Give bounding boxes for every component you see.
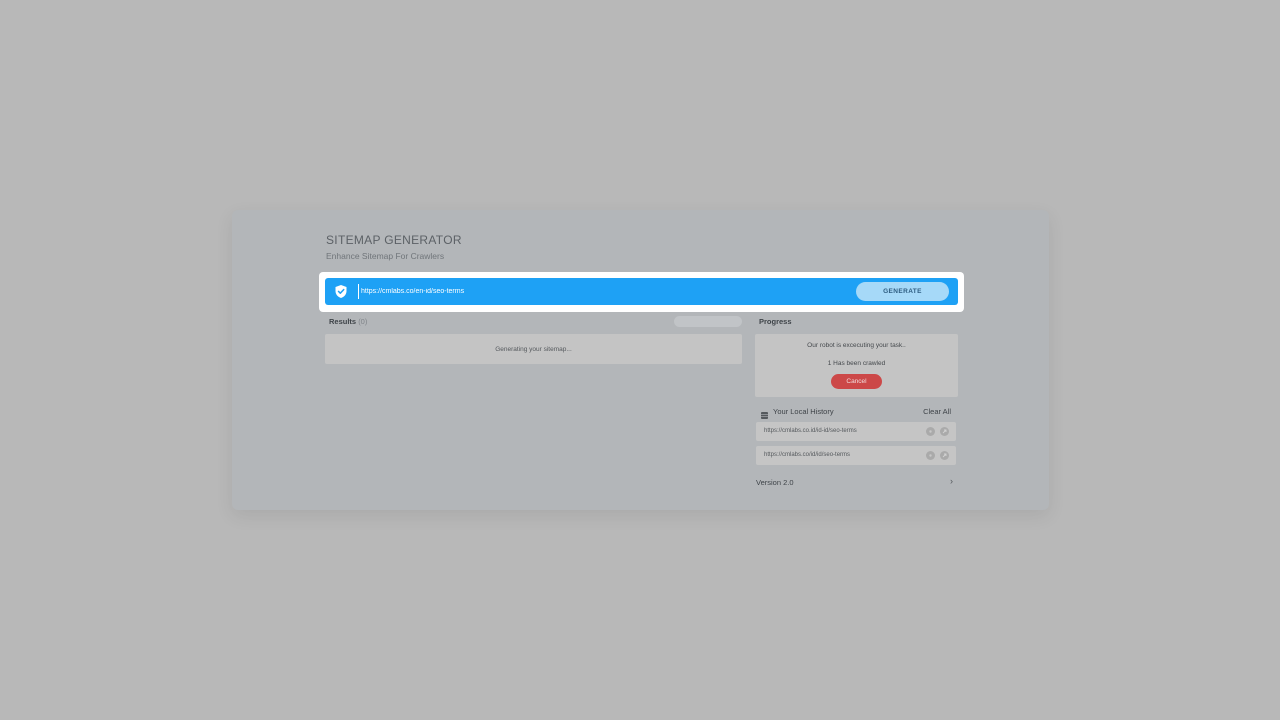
- results-count: (0): [358, 317, 368, 326]
- progress-box: Our robot is excecuting your task.. 1 Ha…: [755, 334, 958, 397]
- clear-all-button[interactable]: Clear All: [923, 407, 951, 416]
- open-link-icon[interactable]: [940, 451, 949, 460]
- progress-label: Progress: [759, 317, 792, 326]
- shield-check-icon: [334, 284, 348, 299]
- history-icon: [760, 407, 769, 419]
- url-bar: GENERATE: [325, 278, 958, 305]
- robot-status-text: Our robot is excecuting your task..: [807, 342, 906, 349]
- history-item-url[interactable]: https://cmlabs.co/id/id/seo-terms: [764, 452, 850, 458]
- generate-button[interactable]: GENERATE: [856, 282, 949, 301]
- chevron-right-icon[interactable]: ›: [950, 476, 953, 486]
- history-title: Your Local History: [773, 407, 834, 416]
- url-input[interactable]: [358, 284, 811, 299]
- url-input-highlight: GENERATE: [319, 272, 964, 312]
- results-status: Generating your sitemap...: [495, 345, 572, 353]
- info-icon[interactable]: [926, 427, 935, 436]
- history-item[interactable]: https://cmlabs.co.id/id-id/seo-terms: [756, 422, 956, 441]
- results-box: Generating your sitemap...: [325, 334, 742, 364]
- cancel-button[interactable]: Cancel: [831, 374, 882, 389]
- crawled-count-text: 1 Has been crawled: [827, 360, 886, 367]
- history-item[interactable]: https://cmlabs.co/id/id/seo-terms: [756, 446, 956, 465]
- download-button[interactable]: [674, 316, 742, 327]
- page-subtitle: Enhance Sitemap For Crawlers: [326, 251, 445, 261]
- page-title: SITEMAP GENERATOR: [326, 233, 462, 247]
- results-title: Results: [329, 317, 357, 326]
- sitemap-generator-panel: SITEMAP GENERATOR Enhance Sitemap For Cr…: [232, 210, 1049, 510]
- open-link-icon[interactable]: [940, 427, 949, 436]
- info-icon[interactable]: [926, 451, 935, 460]
- history-header: Your Local History Clear All: [759, 406, 951, 419]
- results-label: Results (0): [329, 317, 367, 326]
- version-label: Version 2.0: [756, 478, 794, 487]
- history-item-url[interactable]: https://cmlabs.co.id/id-id/seo-terms: [764, 428, 857, 434]
